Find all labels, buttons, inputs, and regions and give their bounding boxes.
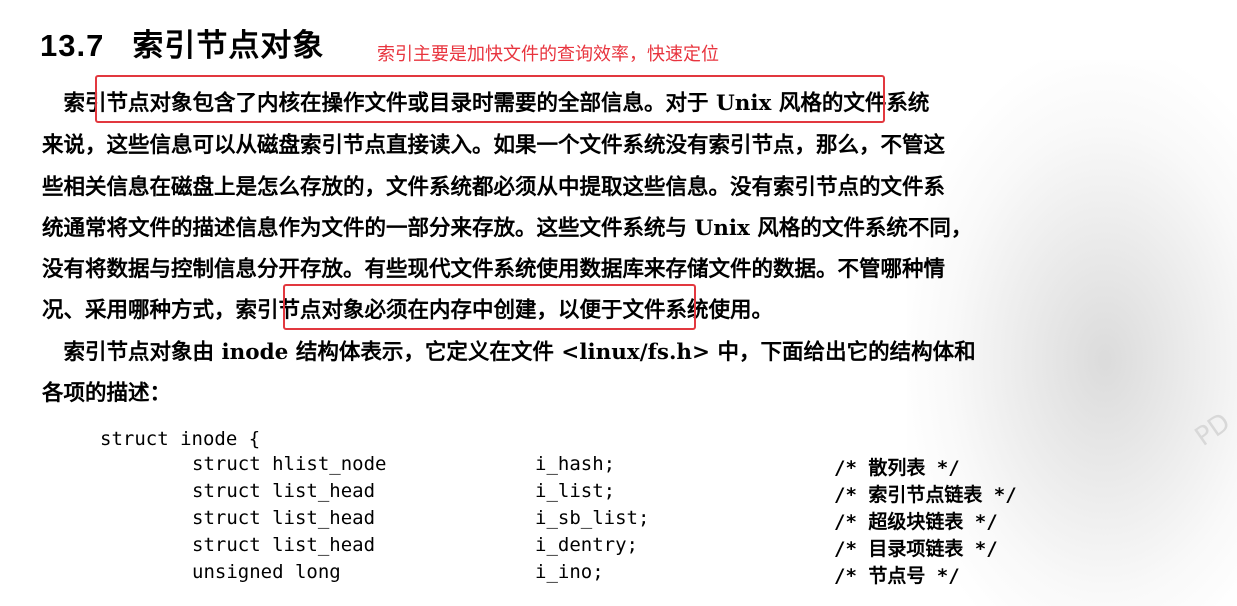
highlight-box-memory-create	[283, 284, 696, 330]
paragraph-line-7: 索引节点对象由 inode 结构体表示，它定义在文件 <linux/fs.h> …	[42, 340, 976, 365]
paragraph-line-5: 没有将数据与控制信息分开存放。有些现代文件系统使用数据库来存储文件的数据。不管哪…	[42, 257, 946, 282]
highlight-box-inode-info	[95, 75, 885, 123]
annotation-note: 索引主要是加快文件的查询效率，快速定位	[377, 44, 719, 65]
paragraph-line-2: 来说，这些信息可以从磁盘索引节点直接读入。如果一个文件系统没有索引节点，那么，不…	[42, 133, 946, 158]
field-name: i_hash;	[535, 453, 616, 475]
field-name: i_dentry;	[535, 534, 638, 556]
field-name: i_ino;	[535, 561, 604, 583]
section-title: 索引节点对象	[132, 28, 325, 63]
field-comment: /* 超级块链表 */	[834, 511, 998, 533]
paragraph-line-3: 些相关信息在磁盘上是怎么存放的，文件系统都必须从中提取这些信息。没有索引节点的文…	[42, 175, 946, 200]
field-type: struct list_head	[192, 480, 376, 502]
paragraph-line-4: 统通常将文件的描述信息作为文件的一部分来存放。这些文件系统与 Unix 风格的文…	[42, 216, 973, 241]
field-comment: /* 散列表 */	[834, 457, 960, 479]
field-comment: /* 节点号 */	[834, 565, 960, 587]
field-name: i_list;	[535, 480, 616, 502]
code-header: struct inode {	[100, 428, 261, 450]
watermark-text: PD	[1189, 407, 1237, 453]
field-type: struct list_head	[192, 534, 376, 556]
field-type: struct list_head	[192, 507, 376, 529]
section-heading: 13.7 索引节点对象	[40, 20, 324, 65]
field-type: unsigned long	[192, 561, 341, 583]
field-name: i_sb_list;	[535, 507, 650, 529]
field-comment: /* 索引节点链表 */	[834, 484, 1017, 506]
field-type: struct hlist_node	[192, 453, 387, 475]
field-comment: /* 目录项链表 */	[834, 538, 998, 560]
paragraph-line-8: 各项的描述：	[42, 381, 172, 406]
section-number: 13.7	[40, 28, 105, 63]
